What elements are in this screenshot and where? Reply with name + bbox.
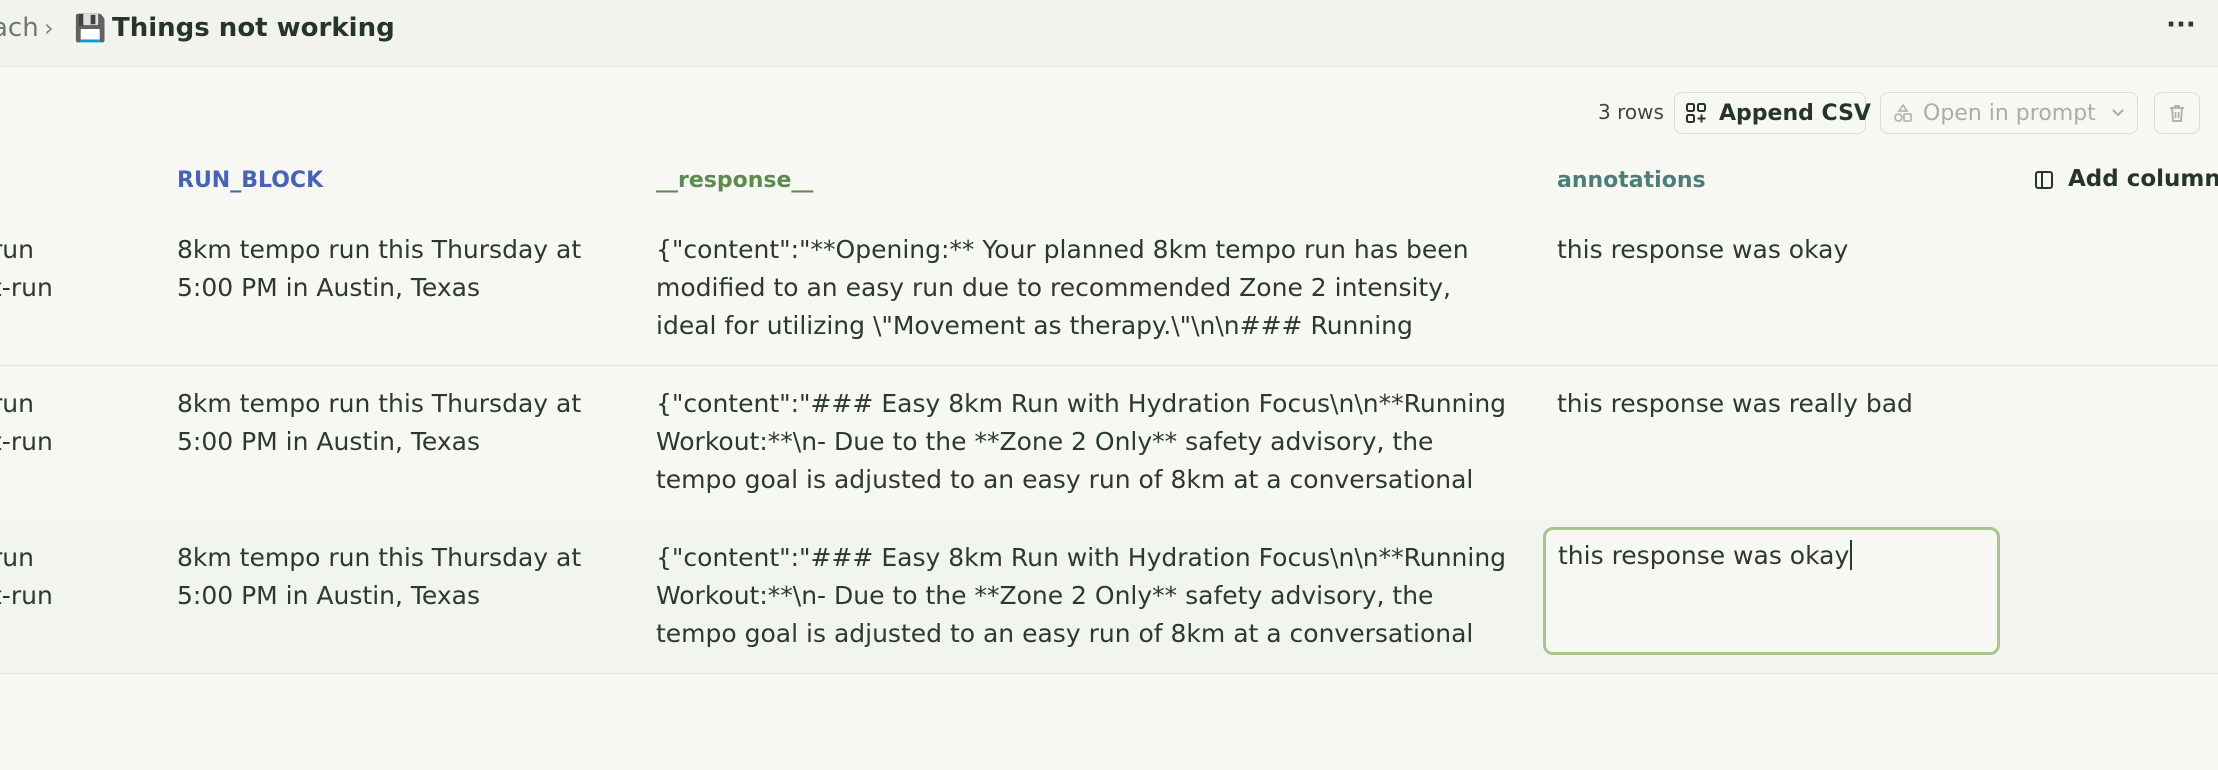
page-title: Things not working <box>112 13 395 43</box>
shapes-icon <box>1894 103 1912 122</box>
partial-cell-line: run <box>0 389 34 418</box>
response-cell[interactable]: {"content":"### Easy 8km Run with Hydrat… <box>656 385 1516 499</box>
top-bar: ach › 💾 Things not working ··· <box>0 0 2218 67</box>
response-cell[interactable]: {"content":"### Easy 8km Run with Hydrat… <box>656 539 1516 653</box>
annotation-cell[interactable]: this response was really bad <box>1557 385 2017 423</box>
table-row[interactable]: run t-run 8km tempo run this Thursday at… <box>0 211 2218 366</box>
annotation-editor-value: this response was okay <box>1558 541 1850 570</box>
run-block-cell[interactable]: 8km tempo run this Thursday at 5:00 PM i… <box>177 385 617 461</box>
append-csv-label: Append CSV <box>1719 101 1871 126</box>
open-in-prompt-button[interactable]: Open in prompt <box>1880 92 2138 134</box>
breadcrumb-parent[interactable]: ach <box>0 13 39 43</box>
breadcrumb-separator-icon: › <box>44 14 54 42</box>
partial-cell[interactable]: run t-run <box>0 385 72 461</box>
grid-plus-icon <box>1686 103 1706 123</box>
table-row[interactable]: run t-run 8km tempo run this Thursday at… <box>0 519 2218 674</box>
open-in-prompt-label: Open in prompt <box>1923 101 2096 126</box>
floppy-disk-icon: 💾 <box>74 14 107 44</box>
annotation-editor-text[interactable]: this response was okay <box>1558 537 1853 575</box>
text-caret <box>1850 540 1853 570</box>
annotation-editor[interactable]: this response was okay <box>1543 527 2000 655</box>
append-csv-button[interactable]: Append CSV <box>1674 92 1871 134</box>
partial-cell[interactable]: run t-run <box>0 231 72 307</box>
chevron-down-icon <box>2112 109 2124 117</box>
delete-button[interactable] <box>2154 92 2200 134</box>
partial-cell-line: run <box>0 543 34 572</box>
run-block-cell[interactable]: 8km tempo run this Thursday at 5:00 PM i… <box>177 539 617 615</box>
run-block-cell[interactable]: 8km tempo run this Thursday at 5:00 PM i… <box>177 231 617 307</box>
add-column-label: Add column <box>2068 166 2218 192</box>
column-panel-icon <box>2035 171 2053 189</box>
partial-cell[interactable]: run t-run <box>0 539 72 615</box>
partial-cell-line: run <box>0 235 34 264</box>
partial-cell-line: t-run <box>0 273 53 302</box>
row-count: 3 rows <box>1598 100 1664 124</box>
partial-cell-line: t-run <box>0 581 53 610</box>
trash-icon <box>2170 105 2184 122</box>
more-options-button[interactable]: ··· <box>2163 10 2199 46</box>
column-header-run-block[interactable]: RUN_BLOCK <box>177 168 323 193</box>
column-header-annotations[interactable]: annotations <box>1557 168 1706 193</box>
response-cell[interactable]: {"content":"**Opening:** Your planned 8k… <box>656 231 1516 345</box>
table-row[interactable]: run t-run 8km tempo run this Thursday at… <box>0 365 2218 520</box>
column-header-response[interactable]: __response__ <box>656 168 813 193</box>
partial-cell-line: t-run <box>0 427 53 456</box>
annotation-cell[interactable]: this response was okay <box>1557 231 2017 269</box>
